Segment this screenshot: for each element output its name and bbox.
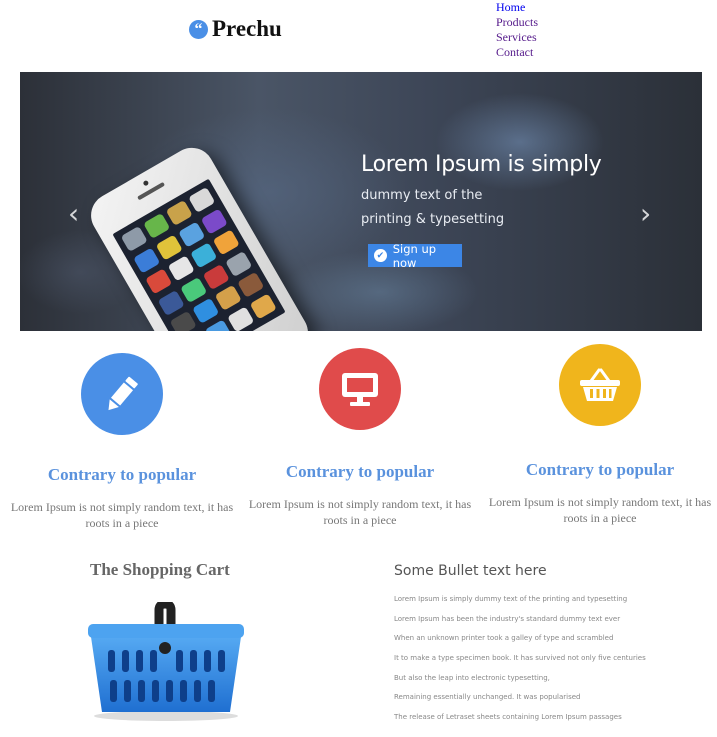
check-icon: ✔ xyxy=(374,249,387,262)
feature-text: Lorem Ipsum is not simply random text, i… xyxy=(248,497,472,527)
list-item: Remaining essentially unchanged. It was … xyxy=(394,693,581,702)
nav-link-products[interactable]: Products xyxy=(496,15,538,30)
monitor-icon xyxy=(319,348,401,430)
list-item: When an unknown printer took a galley of… xyxy=(394,634,614,643)
feature-title: Contrary to popular xyxy=(285,462,435,481)
shopping-basket-image xyxy=(86,599,244,722)
phone-speaker xyxy=(137,181,166,201)
main-nav: Home Products Services Contact xyxy=(496,0,538,60)
phone-image xyxy=(83,139,316,331)
feature-text: Lorem Ipsum is not simply random text, i… xyxy=(488,495,712,525)
phone-camera xyxy=(142,179,150,187)
hero-headline: Lorem Ipsum is simply xyxy=(361,152,602,177)
bullet-heading: Some Bullet text here xyxy=(394,563,547,579)
hero-subline: dummy text of the printing & typesetting xyxy=(361,184,581,232)
signup-button-label: Sign up now xyxy=(392,241,437,270)
list-item: But also the leap into electronic typese… xyxy=(394,673,550,682)
feature-text: Lorem Ipsum is not simply random text, i… xyxy=(10,500,234,530)
feature-card-3: Contrary to popular Lorem Ipsum is not s… xyxy=(485,344,715,526)
cart-heading: The Shopping Cart xyxy=(90,560,230,579)
bullet-list: Lorem Ipsum is simply dummy text of the … xyxy=(394,590,646,728)
feature-card-1: Contrary to popular Lorem Ipsum is not s… xyxy=(7,353,237,531)
nav-link-home[interactable]: Home xyxy=(496,0,538,15)
list-item: The release of Letraset sheets containin… xyxy=(394,713,622,722)
hero-subline-2: printing & typesetting xyxy=(361,212,505,227)
quote-icon: “ xyxy=(189,19,208,39)
list-item: It to make a type specimen book. It has … xyxy=(394,654,646,663)
signup-button[interactable]: ✔ Sign up now xyxy=(368,241,462,270)
feature-title: Contrary to popular xyxy=(525,460,675,479)
feature-card-2: Contrary to popular Lorem Ipsum is not s… xyxy=(245,348,475,528)
slider-next-arrow[interactable]: › xyxy=(640,198,656,230)
slider-prev-arrow[interactable]: ‹ xyxy=(68,198,84,230)
phone-screen xyxy=(112,178,286,331)
basket-icon xyxy=(559,344,641,426)
hero-subline-1: dummy text of the xyxy=(361,188,483,203)
site-logo[interactable]: “ Prechu xyxy=(189,16,282,42)
list-item: Lorem Ipsum is simply dummy text of the … xyxy=(394,595,628,603)
hero-slider: ‹ › Lorem Ipsum is simply dummy text of … xyxy=(20,72,702,331)
site-title: Prechu xyxy=(212,16,282,41)
nav-link-services[interactable]: Services xyxy=(496,30,538,45)
nav-link-contact[interactable]: Contact xyxy=(496,45,538,60)
feature-title: Contrary to popular xyxy=(47,465,197,484)
list-item: Lorem Ipsum has been the industry's stan… xyxy=(394,614,621,623)
pencil-icon xyxy=(81,353,163,435)
